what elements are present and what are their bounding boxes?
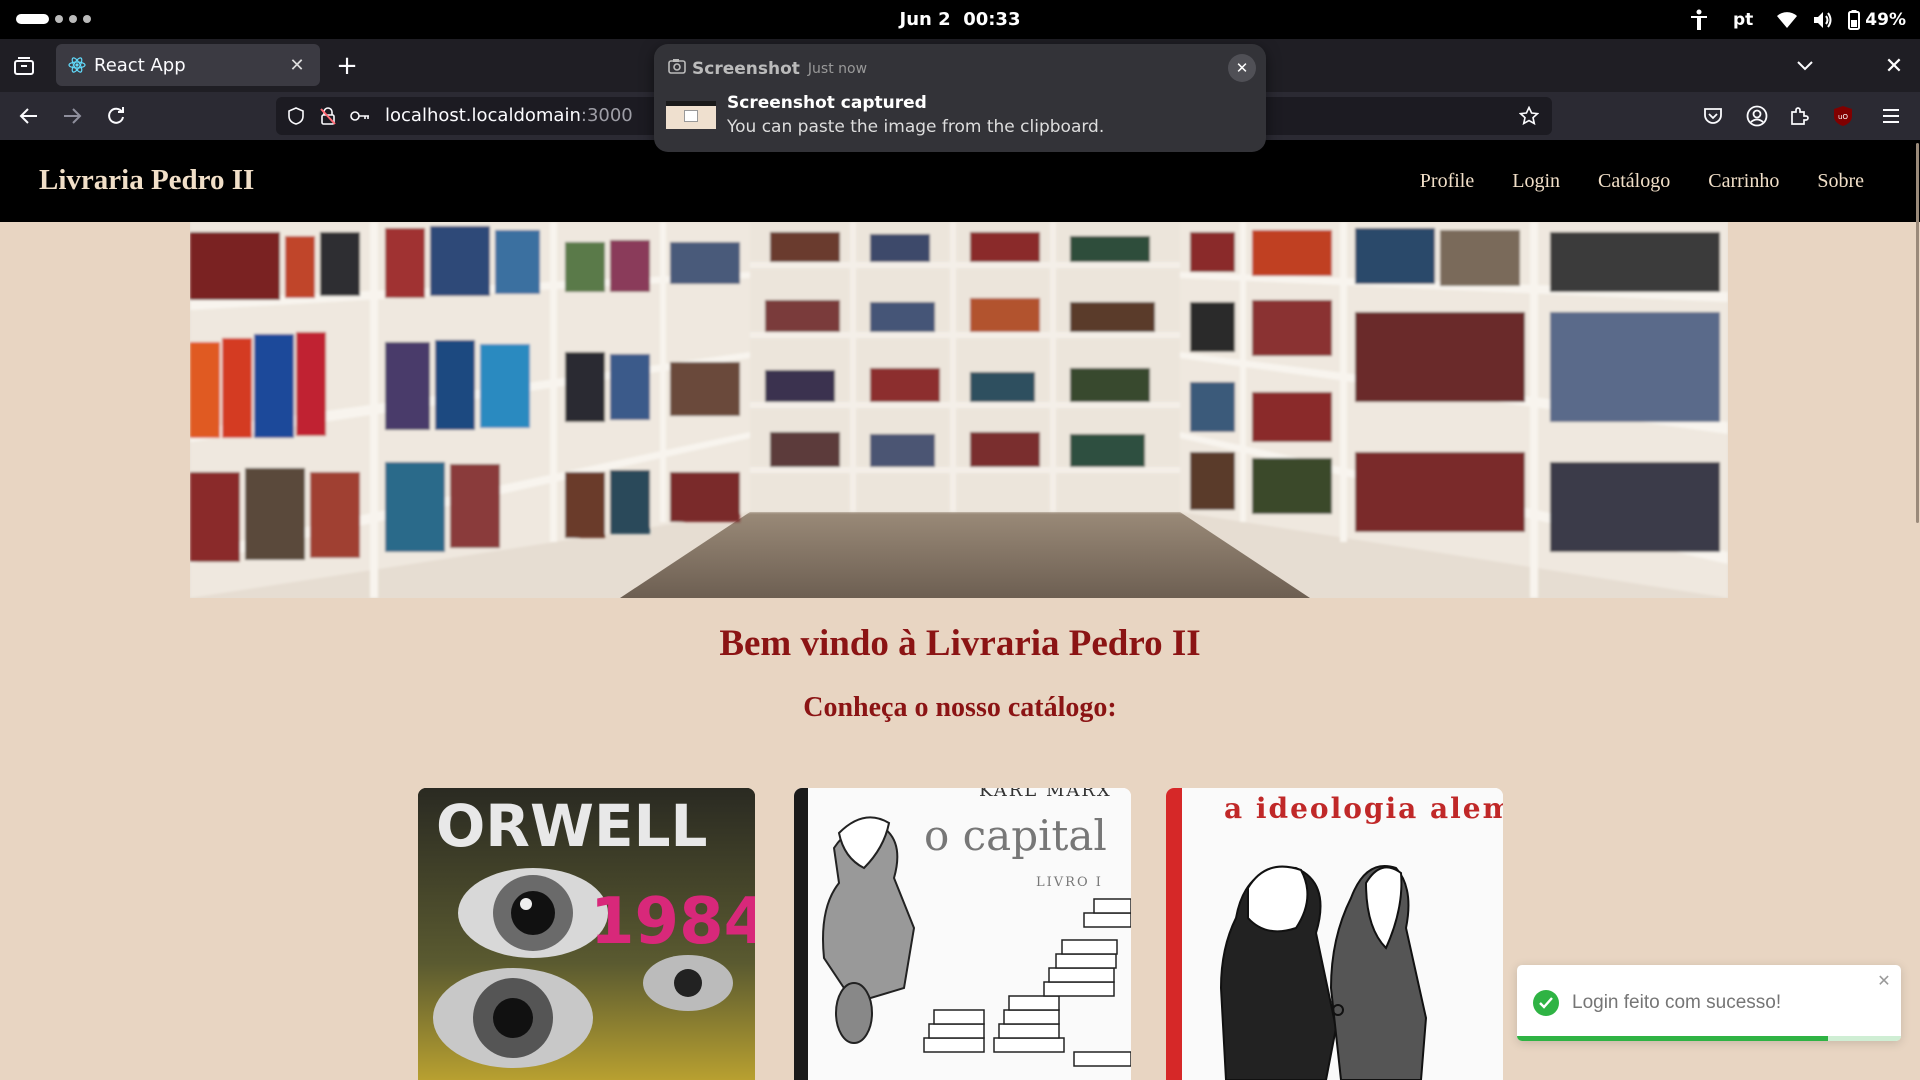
cover-author-text: KARL MARX — [979, 788, 1112, 801]
site-nav-menu: Profile Login Catálogo Carrinho Sobre — [1420, 170, 1864, 193]
welcome-heading: Bem vindo à Livraria Pedro II — [719, 623, 1201, 664]
cover-author-text: ORWELL — [436, 792, 707, 860]
cover-volume-text: LIVRO I — [1036, 875, 1103, 890]
screenshot-thumbnail — [666, 101, 716, 129]
site-header: Livraria Pedro II Profile Login Catálogo… — [0, 140, 1920, 222]
shield-icon[interactable] — [286, 106, 306, 126]
page-scrollbar-thumb[interactable] — [1916, 143, 1919, 523]
key-icon[interactable] — [350, 106, 370, 126]
url-text: localhost.localdomain:3000 — [385, 105, 633, 126]
pocket-icon[interactable] — [1700, 103, 1726, 129]
react-favicon-icon — [68, 56, 86, 74]
success-check-icon — [1533, 990, 1559, 1016]
nav-link-profile[interactable]: Profile — [1420, 170, 1474, 193]
bookmark-star-icon[interactable] — [1519, 106, 1539, 126]
cover-title-text: 1984 — [590, 885, 755, 959]
keyboard-layout[interactable]: pt — [1733, 10, 1753, 30]
battery-percent: 49% — [1865, 10, 1906, 30]
site-brand[interactable]: Livraria Pedro II — [39, 164, 254, 197]
account-icon[interactable] — [1744, 103, 1770, 129]
forward-button[interactable] — [57, 101, 87, 131]
login-success-toast[interactable]: Login feito com sucesso! ✕ — [1517, 965, 1901, 1041]
clock-time: 00:33 — [963, 9, 1021, 30]
active-workspace-pill — [16, 14, 49, 24]
workspace-indicator[interactable] — [16, 14, 91, 24]
new-tab-button[interactable]: + — [332, 51, 362, 81]
extensions-puzzle-icon[interactable] — [1786, 103, 1812, 129]
clock-button[interactable]: Jun 2 00:33 — [900, 9, 1021, 30]
nav-link-catalogo[interactable]: Catálogo — [1598, 170, 1670, 193]
workspace-dot — [69, 15, 77, 23]
cover-title-text: o capital — [924, 811, 1107, 860]
wifi-icon — [1775, 8, 1799, 32]
window-close-button[interactable]: ✕ — [1880, 52, 1908, 80]
insecure-lock-icon[interactable] — [318, 106, 338, 126]
tab-close-icon[interactable]: ✕ — [286, 54, 308, 76]
book-card-o-capital[interactable]: KARL MARX o capital LIVRO I — [794, 788, 1131, 1080]
workspace-dot — [83, 15, 91, 23]
clock-date: Jun 2 — [899, 9, 951, 30]
book-card-1984[interactable]: ORWELL 1984 — [418, 788, 755, 1080]
tab-title: React App — [94, 54, 186, 76]
reload-button[interactable] — [101, 101, 131, 131]
back-button[interactable] — [14, 101, 44, 131]
notification-app-name: Screenshot — [692, 58, 800, 79]
toast-message: Login feito com sucesso! — [1572, 992, 1782, 1013]
toast-close-icon[interactable]: ✕ — [1875, 971, 1893, 990]
catalog-subheading: Conheça o nosso catálogo: — [803, 692, 1117, 723]
book-card-a-ideologia-alema[interactable]: a ideologia alemã — [1166, 788, 1503, 1080]
notification-time: Just now — [807, 60, 868, 77]
system-top-bar: Jun 2 00:33 pt 49% — [0, 0, 1920, 39]
url-port: :3000 — [580, 105, 633, 126]
nav-link-carrinho[interactable]: Carrinho — [1708, 170, 1779, 193]
nav-link-sobre[interactable]: Sobre — [1817, 170, 1864, 193]
cover-title-text: a ideologia alemã — [1224, 792, 1503, 825]
system-tray[interactable]: pt 49% — [1687, 6, 1906, 34]
browser-tab-react-app[interactable]: React App ✕ — [56, 44, 320, 86]
clock: Jun 2 00:33 — [0, 9, 1920, 30]
workspace-dot — [55, 15, 63, 23]
tab-list-chevron-icon[interactable] — [1792, 53, 1818, 79]
url-host: localhost.localdomain — [385, 105, 581, 126]
thumbnail-window — [684, 110, 698, 122]
svg-text:uO: uO — [1838, 113, 1848, 121]
battery-icon — [1847, 8, 1861, 32]
notification-body: You can paste the image from the clipboa… — [727, 117, 1105, 137]
nav-link-login[interactable]: Login — [1512, 170, 1560, 193]
notification-close-button[interactable]: ✕ — [1228, 54, 1256, 82]
screenshot-app-icon — [668, 58, 686, 79]
ublock-origin-icon[interactable]: uO — [1830, 103, 1856, 129]
notification-header: Screenshot Just now — [668, 58, 867, 79]
hero-bookshelf-image — [190, 222, 1728, 598]
screenshot-notification[interactable]: Screenshot Just now ✕ Screenshot capture… — [654, 44, 1266, 152]
volume-icon — [1811, 8, 1835, 32]
accessibility-icon[interactable] — [1687, 8, 1711, 32]
tab-overview-icon[interactable] — [10, 52, 38, 80]
toast-progress-bar — [1517, 1036, 1829, 1041]
book-cover-ideologia-alema-image: a ideologia alemã — [1166, 788, 1503, 1080]
book-cover-o-capital-image: KARL MARX o capital LIVRO I — [794, 788, 1131, 1080]
notification-title: Screenshot captured — [727, 93, 927, 113]
hamburger-menu-icon[interactable] — [1878, 103, 1904, 129]
book-cover-1984-image: ORWELL 1984 — [418, 788, 755, 1080]
